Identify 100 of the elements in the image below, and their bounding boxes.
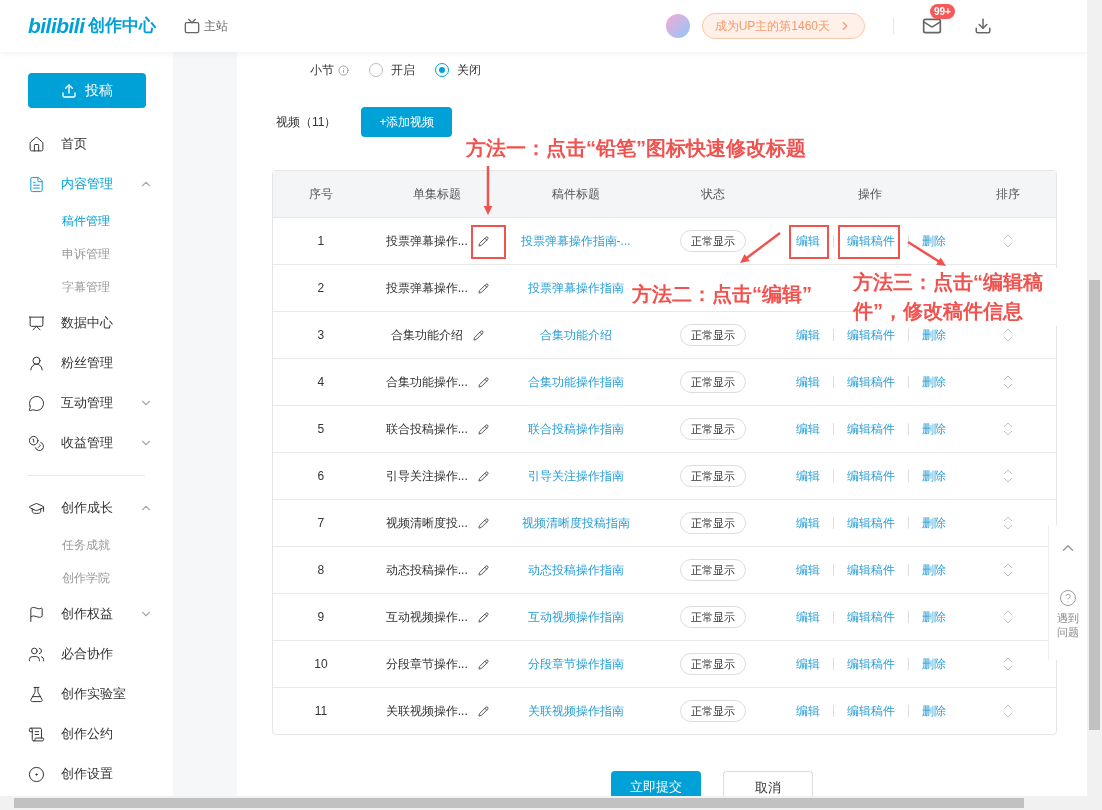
pencil-icon[interactable]: [477, 282, 489, 294]
highlight-box: [789, 225, 829, 259]
main-site-link[interactable]: 主站: [204, 17, 229, 35]
table-cell-text: 8: [316, 562, 326, 579]
pencil-icon[interactable]: [477, 517, 489, 529]
sidebar-subitem[interactable]: 字幕管理: [0, 270, 173, 303]
sidebar-subitem[interactable]: 申诉管理: [0, 237, 173, 270]
manuscript-link[interactable]: 投票弹幕操作指南: [527, 281, 624, 295]
help-icon[interactable]: [1058, 589, 1077, 607]
pencil-icon[interactable]: [477, 423, 489, 435]
pencil-icon[interactable]: [477, 470, 489, 482]
action-link[interactable]: 编辑: [796, 326, 821, 344]
action-link[interactable]: 编辑稿件: [847, 467, 896, 485]
action-link[interactable]: 编辑稿件: [847, 514, 896, 532]
table-cell-text: 10: [313, 656, 329, 673]
radio-option[interactable]: 开启: [369, 61, 415, 79]
action-link[interactable]: 删除: [922, 326, 947, 344]
logo[interactable]: bilibili: [28, 10, 85, 42]
table-cell-text: 7: [316, 515, 326, 532]
action-link[interactable]: 删除: [922, 373, 947, 391]
action-link[interactable]: 编辑: [796, 420, 821, 438]
highlight-box: [471, 225, 506, 259]
pencil-icon[interactable]: [477, 564, 489, 576]
sidebar-item[interactable]: 必合协作: [0, 634, 173, 674]
action-link[interactable]: 删除: [922, 702, 947, 720]
pencil-icon[interactable]: [477, 235, 489, 247]
table-cell-text: 4: [316, 374, 326, 391]
action-link[interactable]: 编辑: [796, 561, 821, 579]
pencil-icon[interactable]: [477, 611, 489, 623]
action-link[interactable]: 编辑稿件: [847, 373, 896, 391]
mail-icon[interactable]: [922, 16, 942, 36]
manuscript-link[interactable]: 投票弹幕操作指南-...: [520, 234, 631, 248]
action-link[interactable]: 编辑: [796, 702, 821, 720]
submit-button[interactable]: 立即提交: [611, 771, 701, 796]
info-icon: [338, 64, 349, 76]
manuscript-link[interactable]: 合集功能操作指南: [527, 375, 624, 389]
sidebar-item[interactable]: 粉丝管理: [0, 343, 173, 383]
manuscript-link[interactable]: 引导关注操作指南: [527, 469, 624, 483]
action-link[interactable]: 编辑: [796, 608, 821, 626]
action-link[interactable]: 编辑: [796, 655, 821, 673]
manuscript-link[interactable]: 分段章节操作指南: [527, 657, 624, 671]
action-link[interactable]: 编辑稿件: [847, 420, 896, 438]
manuscript-link[interactable]: 动态投稿操作指南: [527, 563, 624, 577]
action-link[interactable]: 编辑稿件: [847, 326, 896, 344]
cancel-button[interactable]: 取消: [723, 771, 813, 796]
episode-title: 互动视频操作...: [385, 609, 468, 626]
action-link[interactable]: 删除: [922, 467, 947, 485]
action-link[interactable]: 编辑稿件: [847, 655, 896, 673]
sidebar-item[interactable]: 首页: [0, 124, 173, 164]
action-link[interactable]: 删除: [922, 232, 947, 250]
sidebar-item[interactable]: 创作设置: [0, 754, 173, 794]
manuscript-link[interactable]: 合集功能介绍: [539, 328, 612, 342]
sidebar-subitem[interactable]: 稿件管理: [0, 204, 173, 237]
action-link[interactable]: 删除: [922, 608, 947, 626]
annotation-text: 方法一：点击“铅笔”图标快速修改标题: [466, 136, 806, 161]
action-link[interactable]: 编辑: [796, 373, 821, 391]
upload-button[interactable]: 投稿: [28, 73, 146, 108]
sidebar-item[interactable]: 数据中心: [0, 303, 173, 343]
action-link[interactable]: 删除: [922, 561, 947, 579]
sidebar-item[interactable]: 内容管理: [0, 164, 173, 204]
table-cell-text: 6: [316, 468, 326, 485]
pencil-icon[interactable]: [477, 658, 489, 670]
action-link[interactable]: 编辑: [796, 514, 821, 532]
manuscript-link[interactable]: 联合投稿操作指南: [527, 422, 624, 436]
sidebar-subitem[interactable]: 创作学院: [0, 561, 173, 594]
action-link[interactable]: 编辑稿件: [847, 608, 896, 626]
sidebar-item[interactable]: 创作实验室: [0, 674, 173, 714]
avatar[interactable]: [665, 14, 690, 38]
add-video-button[interactable]: +添加视频: [361, 107, 453, 137]
pencil-icon[interactable]: [477, 376, 489, 388]
action-link[interactable]: 编辑稿件: [847, 702, 896, 720]
manuscript-link[interactable]: 关联视频操作指南: [527, 704, 624, 718]
action-link[interactable]: 编辑: [796, 467, 821, 485]
sidebar-item[interactable]: 创作权益: [0, 594, 173, 634]
vertical-scrollbar[interactable]: [1087, 0, 1102, 796]
sidebar-item[interactable]: 收益管理: [0, 423, 173, 463]
action-link[interactable]: 编辑稿件: [847, 561, 896, 579]
action-link[interactable]: 删除: [922, 514, 947, 532]
help-label[interactable]: 遇到问题: [1055, 611, 1080, 639]
download-icon[interactable]: [974, 17, 992, 35]
sidebar-subitem[interactable]: 任务成就: [0, 528, 173, 561]
sidebar-item[interactable]: 创作公约: [0, 714, 173, 754]
sidebar-item[interactable]: 互动管理: [0, 383, 173, 423]
manuscript-link[interactable]: 视频清晰度投稿指南: [521, 516, 630, 530]
action-link[interactable]: 删除: [922, 655, 947, 673]
manuscript-link[interactable]: 互动视频操作指南: [527, 610, 624, 624]
action-link[interactable]: 编辑稿件: [847, 232, 896, 250]
action-link[interactable]: 编辑: [796, 232, 821, 250]
notification-badge: 99+: [930, 4, 955, 19]
pencil-icon[interactable]: [472, 329, 484, 341]
pencil-icon[interactable]: [477, 705, 489, 717]
flag-icon: [28, 605, 45, 623]
field-label: 小节: [310, 62, 334, 79]
arrow: [740, 232, 781, 263]
tv-icon[interactable]: [184, 18, 201, 34]
sidebar-item[interactable]: 创作成长: [0, 488, 173, 528]
up-days-button[interactable]: 成为UP主的第1460天: [701, 13, 865, 39]
horizontal-scrollbar[interactable]: [0, 796, 1102, 810]
action-link[interactable]: 删除: [922, 420, 947, 438]
radio-option[interactable]: 关闭: [435, 61, 481, 79]
